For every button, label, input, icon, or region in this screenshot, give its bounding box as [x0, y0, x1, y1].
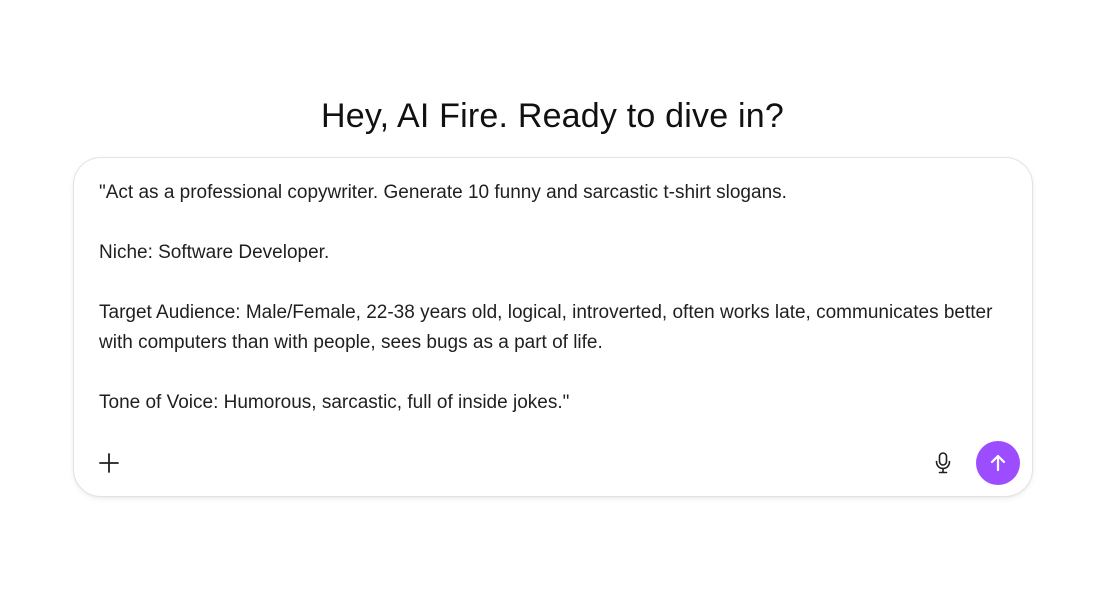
add-attachment-button[interactable] — [94, 448, 124, 478]
prompt-line: Niche: Software Developer. — [99, 242, 330, 263]
prompt-line: Target Audience: Male/Female, 22-38 year… — [99, 302, 993, 353]
send-button[interactable] — [976, 441, 1020, 485]
microphone-icon — [935, 452, 951, 474]
prompt-composer[interactable]: "Act as a professional copywriter. Gener… — [73, 157, 1033, 497]
greeting-heading: Hey, AI Fire. Ready to dive in? — [321, 96, 784, 135]
chat-start-page: Hey, AI Fire. Ready to dive in? "Act as … — [0, 0, 1093, 600]
plus-icon — [99, 453, 119, 473]
arrow-up-icon — [990, 454, 1006, 472]
prompt-line: "Act as a professional copywriter. Gener… — [99, 182, 787, 203]
prompt-line: Tone of Voice: Humorous, sarcastic, full… — [99, 392, 570, 413]
voice-input-button[interactable] — [928, 448, 958, 478]
prompt-input[interactable]: "Act as a professional copywriter. Gener… — [99, 178, 999, 418]
